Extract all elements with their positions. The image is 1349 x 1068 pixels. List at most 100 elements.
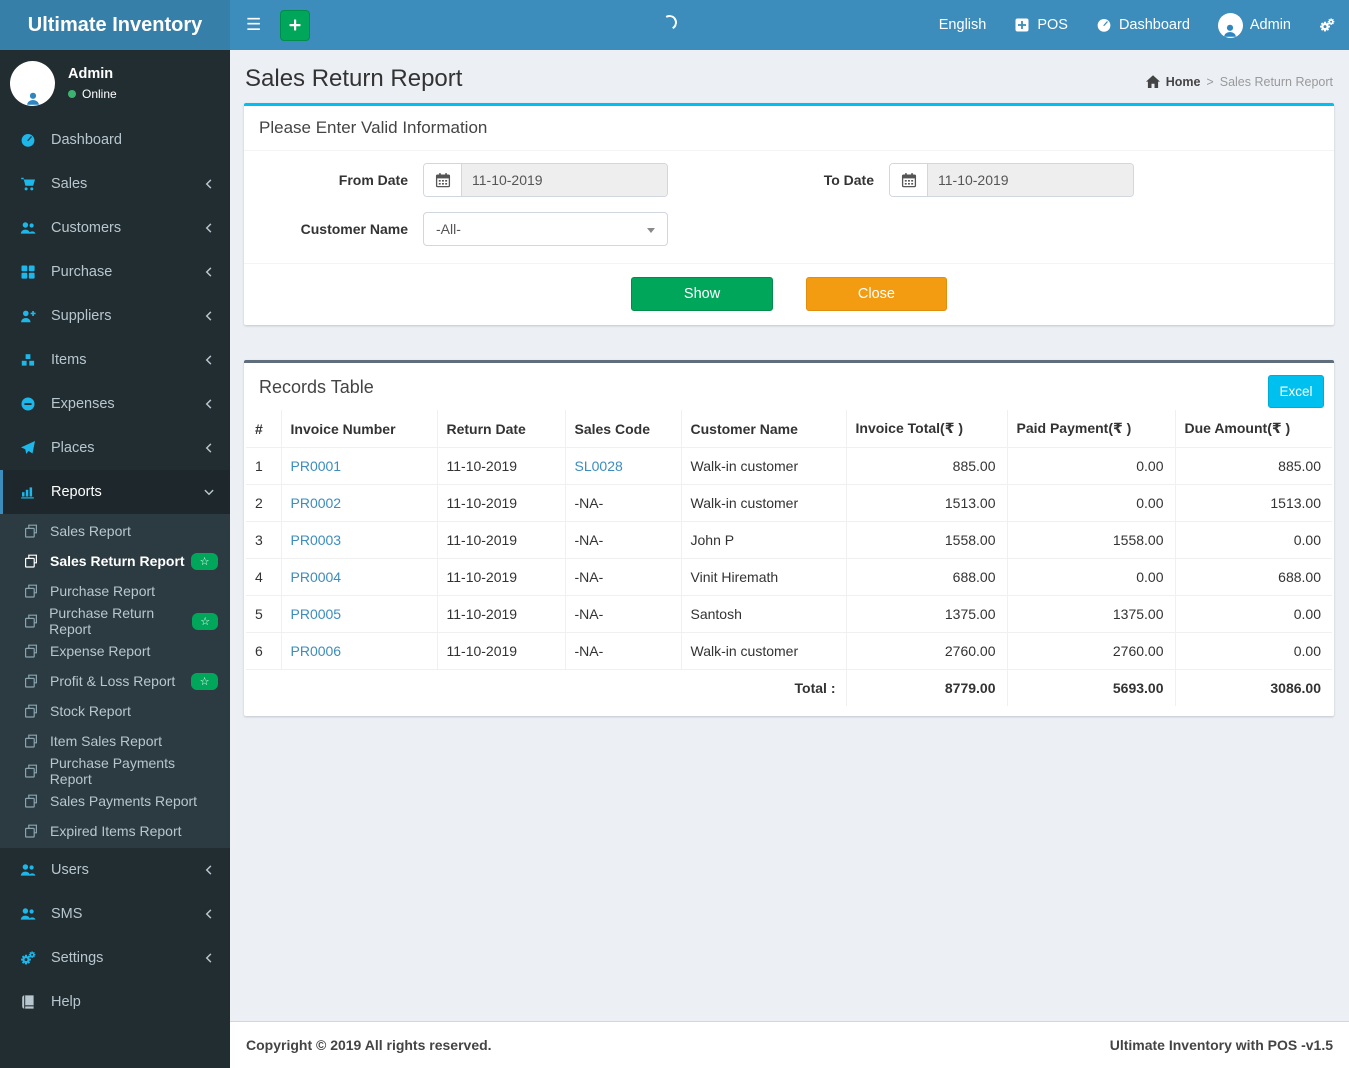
copy-icon xyxy=(23,643,41,659)
sales-code: SL0028 xyxy=(564,447,682,485)
show-button[interactable]: Show xyxy=(631,277,774,311)
customer-name: Walk-in customer xyxy=(680,447,847,485)
sidebar-item-expenses[interactable]: Expenses xyxy=(0,382,230,426)
sidebar-subitem-sales-payments-report[interactable]: Sales Payments Report xyxy=(0,786,230,816)
close-button[interactable]: Close xyxy=(805,277,947,311)
filter-panel: Please Enter Valid Information From Date… xyxy=(244,103,1334,325)
copy-icon xyxy=(23,523,41,539)
customer-select[interactable]: -All- xyxy=(423,212,668,246)
sidebar-subitem-label: Expired Items Report xyxy=(50,823,182,839)
cubes-icon xyxy=(20,352,40,368)
customer-name: Santosh xyxy=(680,595,847,633)
sidebar-subitem-purchase-return-report[interactable]: Purchase Return Report ☆ xyxy=(0,605,230,637)
invoice-number-link[interactable]: PR0001 xyxy=(291,458,342,474)
chevron-down-icon xyxy=(203,486,215,498)
invoice-number: PR0006 xyxy=(280,632,438,670)
minus-circle-icon xyxy=(20,396,40,412)
row-number: 4 xyxy=(246,558,282,596)
sidebar-item-dashboard[interactable]: Dashboard xyxy=(0,118,230,162)
sidebar-item-users[interactable]: Users xyxy=(0,848,230,892)
invoice-total: 885.00 xyxy=(845,447,1008,485)
grid-icon xyxy=(20,264,40,280)
invoice-number: PR0002 xyxy=(280,484,438,522)
chevron-left-icon xyxy=(203,908,215,920)
sidebar-subitem-sales-report[interactable]: Sales Report xyxy=(0,516,230,546)
to-date-group xyxy=(889,163,1134,197)
quick-add-button[interactable] xyxy=(280,9,311,41)
avatar xyxy=(10,61,55,106)
paid-payment: 2760.00 xyxy=(1006,632,1176,670)
sidebar-item-purchase[interactable]: Purchase xyxy=(0,250,230,294)
sales-code: -NA- xyxy=(564,595,682,633)
user-name: Admin xyxy=(68,66,114,82)
row-number: 1 xyxy=(246,447,282,485)
excel-export-button[interactable]: Excel xyxy=(1268,375,1324,408)
filter-panel-title: Please Enter Valid Information xyxy=(244,106,1334,151)
sidebar-item-sms[interactable]: SMS xyxy=(0,892,230,936)
sidebar-item-places[interactable]: Places xyxy=(0,426,230,470)
customer-name: Walk-in customer xyxy=(680,484,847,522)
column-header-customer-name: Customer Name xyxy=(680,410,847,448)
sidebar-subitem-profit-loss-report[interactable]: Profit & Loss Report ☆ xyxy=(0,666,230,696)
sidebar-item-label: Places xyxy=(51,440,95,456)
sidebar-subitem-sales-return-report[interactable]: Sales Return Report ☆ xyxy=(0,546,230,576)
brand-logo[interactable]: Ultimate Inventory xyxy=(0,0,230,50)
copy-icon xyxy=(23,733,41,749)
sales-code: -NA- xyxy=(564,484,682,522)
sidebar-item-sales[interactable]: Sales xyxy=(0,162,230,206)
invoice-number-link[interactable]: PR0003 xyxy=(291,532,342,548)
invoice-number-link[interactable]: PR0006 xyxy=(291,643,342,659)
sidebar-item-help[interactable]: Help xyxy=(0,980,230,1024)
invoice-total: 1513.00 xyxy=(845,484,1008,522)
return-date: 11-10-2019 xyxy=(436,632,566,670)
star-badge: ☆ xyxy=(191,672,218,690)
breadcrumb-home-link[interactable]: Home xyxy=(1145,74,1200,90)
copy-icon xyxy=(23,553,41,569)
sidebar-item-suppliers[interactable]: Suppliers xyxy=(0,294,230,338)
caret-down-icon xyxy=(647,228,655,233)
table-header-row: # Invoice Number Return Date Sales Code Cust… xyxy=(246,410,1332,448)
paid-payment: 1375.00 xyxy=(1006,595,1176,633)
footer-version: Ultimate Inventory with POS -v1.5 xyxy=(1109,1037,1333,1053)
sidebar-subitem-stock-report[interactable]: Stock Report xyxy=(0,696,230,726)
plus-square-icon xyxy=(1014,17,1030,33)
user-status: Online xyxy=(68,87,117,101)
invoice-total: 688.00 xyxy=(845,558,1008,596)
invoice-number-link[interactable]: PR0004 xyxy=(291,569,342,585)
sidebar-toggle-button[interactable]: ☰ xyxy=(230,0,277,50)
nav-dashboard[interactable]: Dashboard xyxy=(1082,0,1204,50)
from-date-input[interactable] xyxy=(462,164,667,196)
sidebar-subitem-label: Stock Report xyxy=(50,703,131,719)
nav-settings[interactable] xyxy=(1305,0,1349,50)
breadcrumb: Home > Sales Return Report xyxy=(1145,74,1333,90)
sidebar-item-items[interactable]: Items xyxy=(0,338,230,382)
nav-language[interactable]: English xyxy=(925,0,1001,50)
sidebar-item-settings[interactable]: Settings xyxy=(0,936,230,980)
due-amount: 0.00 xyxy=(1174,595,1332,633)
invoice-total: 2760.00 xyxy=(845,632,1008,670)
calendar-icon xyxy=(890,164,928,196)
invoice-number-link[interactable]: PR0002 xyxy=(291,495,342,511)
nav-pos[interactable]: POS xyxy=(1000,0,1082,50)
cart-icon xyxy=(20,176,40,192)
sidebar-subitem-label: Sales Return Report xyxy=(50,553,185,569)
sidebar-subitem-expense-report[interactable]: Expense Report xyxy=(0,636,230,666)
sidebar-subitem-purchase-payments-report[interactable]: Purchase Payments Report xyxy=(0,755,230,787)
nav-user-menu[interactable]: Admin xyxy=(1204,0,1305,50)
to-date-input[interactable] xyxy=(928,164,1133,196)
customer-name: John P xyxy=(680,521,847,559)
users-icon xyxy=(20,220,40,236)
sidebar-item-customers[interactable]: Customers xyxy=(0,206,230,250)
chevron-left-icon xyxy=(203,354,215,366)
table-row: 5 PR0005 11-10-2019 -NA- Santosh 1375.00 1375.… xyxy=(246,595,1332,633)
sidebar-subitem-purchase-report[interactable]: Purchase Report xyxy=(0,576,230,606)
column-header-invoice-number: Invoice Number xyxy=(280,410,438,448)
invoice-number-link[interactable]: PR0005 xyxy=(291,606,342,622)
sidebar-item-reports[interactable]: Reports xyxy=(0,470,230,514)
sidebar-subitem-item-sales-report[interactable]: Item Sales Report xyxy=(0,726,230,756)
return-date: 11-10-2019 xyxy=(436,595,566,633)
sales-code-link[interactable]: SL0028 xyxy=(575,458,623,474)
content-header: Sales Return Report Home > Sales Return … xyxy=(230,50,1349,103)
sidebar-subitem-expired-items-report[interactable]: Expired Items Report xyxy=(0,816,230,846)
sidebar-subitem-label: Profit & Loss Report xyxy=(50,673,176,689)
